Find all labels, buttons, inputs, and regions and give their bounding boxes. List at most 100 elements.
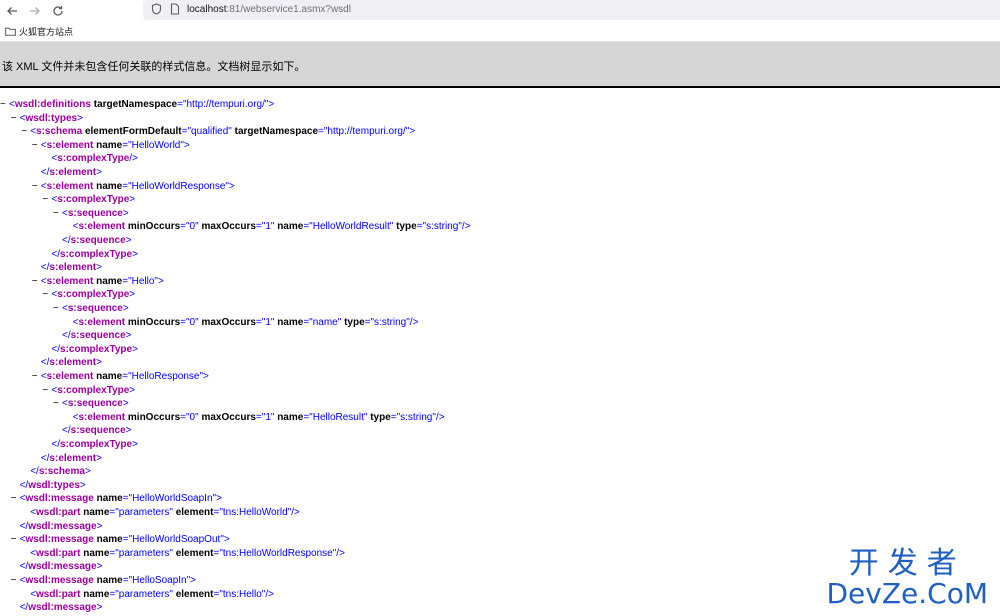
url-bar[interactable]: localhost:81/webservice1.asmx?wsdl [143,0,1000,20]
xml-line: <s:element minOccurs="0" maxOccurs="1" n… [64,411,445,424]
xml-attr-value: HelloWorldResult [312,221,390,233]
back-arrow-icon[interactable] [3,2,21,20]
xml-punctuation: "/> [458,221,471,233]
xml-punctuation: </ [62,425,71,437]
xml-tag-name: s:element [46,275,94,287]
xml-attr-name: name [83,547,110,559]
collapse-toggle[interactable]: − [53,302,62,315]
xml-punctuation: =" [303,221,313,233]
xml-tag-name: s:complexType [60,343,133,355]
shield-icon[interactable] [149,3,163,17]
collapse-toggle[interactable]: − [32,180,41,193]
xml-punctuation: </ [19,479,29,491]
collapse-toggle[interactable]: − [32,139,41,152]
xml-line: </s:sequence> [53,234,132,247]
xml-punctuation: "> [154,275,164,287]
xml-punctuation: =" [122,180,132,192]
xml-attr-value: HelloResult [312,411,364,423]
xml-punctuation: =" [213,547,223,559]
xml-line: <s:element minOccurs="0" maxOccurs="1" n… [64,220,471,233]
xml-punctuation: =" [122,575,133,586]
xml-attr-name: name [96,139,123,151]
reload-icon[interactable] [49,2,67,20]
xml-tag-name: wsdl:message [25,493,94,505]
xml-tag-name: s:element [49,357,97,369]
xml-line: − <s:complexType> [42,288,135,301]
xml-punctuation: > [129,194,136,206]
xml-tag-name: s:element [49,452,97,464]
xml-line: </s:element> [32,452,102,465]
xml-line: </s:sequence> [53,329,132,342]
xml-line: − <s:element name="HelloWorldResponse"> [32,180,235,193]
xml-punctuation: =" [180,411,190,423]
xml-punctuation: > [96,452,102,464]
xml-notice-banner: 该 XML 文件并未包含任何关联的样式信息。文档树显示如下。 [0,42,1000,88]
xml-line: <wsdl:part name="parameters" element="tn… [21,547,345,560]
xml-tag-name: s:complexType [57,289,130,301]
xml-line: <s:element minOccurs="0" maxOccurs="1" n… [64,316,419,329]
xml-attr-name: name [277,411,304,423]
url-host: localhost [187,4,227,15]
xml-notice-text: 该 XML 文件并未包含任何关联的样式信息。文档树显示如下。 [2,61,306,73]
xml-punctuation: =" [109,507,119,518]
xml-line: </wsdl:message> [11,601,103,614]
xml-punctuation: =" [255,316,266,328]
xml-tag-name: s:schema [36,126,83,138]
xml-punctuation: "> [220,534,230,546]
collapse-toggle[interactable]: − [11,112,20,125]
page-icon[interactable] [168,3,182,17]
xml-tag-name: s:element [49,167,97,178]
bookmarks-bar: 火狐官方站点 [0,22,1000,42]
xml-punctuation: "/> [287,507,300,518]
xml-punctuation: =" [181,126,192,138]
url-text[interactable]: localhost:81/webservice1.asmx?wsdl [187,3,351,17]
collapse-toggle[interactable]: − [53,207,62,220]
xml-line: </s:element> [32,166,102,179]
xml-punctuation: "> [199,371,209,382]
xml-punctuation: </ [62,235,71,246]
xml-line: − <s:complexType> [42,193,135,206]
xml-line: − <s:schema elementFormDefault="qualified… [21,125,415,138]
xml-punctuation: > [96,357,102,369]
xml-punctuation: > [132,439,138,450]
xml-attr-value: tns:Hello [222,588,262,600]
forward-arrow-icon[interactable] [26,2,44,20]
folder-icon [5,23,16,41]
collapse-toggle[interactable]: − [11,574,20,587]
collapse-toggle[interactable]: − [11,492,20,505]
xml-attr-name: name [277,221,304,233]
xml-tag-name: s:element [78,316,126,328]
xml-punctuation: "> [212,493,222,505]
collapse-toggle[interactable]: − [32,275,41,288]
xml-tag-name: wsdl:message [25,534,94,546]
xml-punctuation: "/> [261,588,274,600]
xml-punctuation: > [132,248,138,260]
xml-line: <wsdl:part name="parameters" element="tn… [21,506,300,519]
collapse-toggle[interactable]: − [53,397,62,410]
xml-tag-name: s:sequence [70,235,126,246]
xml-tag-name: wsdl:part [36,588,81,600]
xml-line: − <wsdl:definitions targetNamespace="http… [0,98,274,111]
xml-punctuation: =" [122,493,133,505]
xml-punctuation: </ [62,330,71,342]
watermark-logo: 开发者 DevZe.CoM [826,548,988,608]
xml-punctuation: =" [303,316,313,328]
xml-tag-name: wsdl:types [25,112,78,124]
xml-tag-name: s:element [46,139,94,151]
xml-attr-value: HelloSoapIn [132,575,187,586]
xml-attr-name: name [96,180,123,192]
collapse-toggle[interactable]: − [0,98,9,111]
collapse-toggle[interactable]: − [21,125,30,138]
xml-attr-value: parameters [118,588,170,600]
xml-punctuation: =" [180,221,190,233]
xml-line: <wsdl:part name="parameters" element="tn… [21,588,274,601]
url-path: :81/webservice1.asmx?wsdl [226,4,351,15]
xml-punctuation: > [96,167,102,178]
xml-line: − <s:element name="HelloResponse"> [32,370,209,383]
xml-punctuation: </ [51,439,61,450]
bookmark-item[interactable]: 火狐官方站点 [5,25,73,38]
collapse-toggle[interactable]: − [11,533,20,546]
xml-punctuation: > [122,303,129,314]
collapse-toggle[interactable]: − [32,370,41,383]
xml-line: − <s:element name="Hello"> [32,275,164,288]
